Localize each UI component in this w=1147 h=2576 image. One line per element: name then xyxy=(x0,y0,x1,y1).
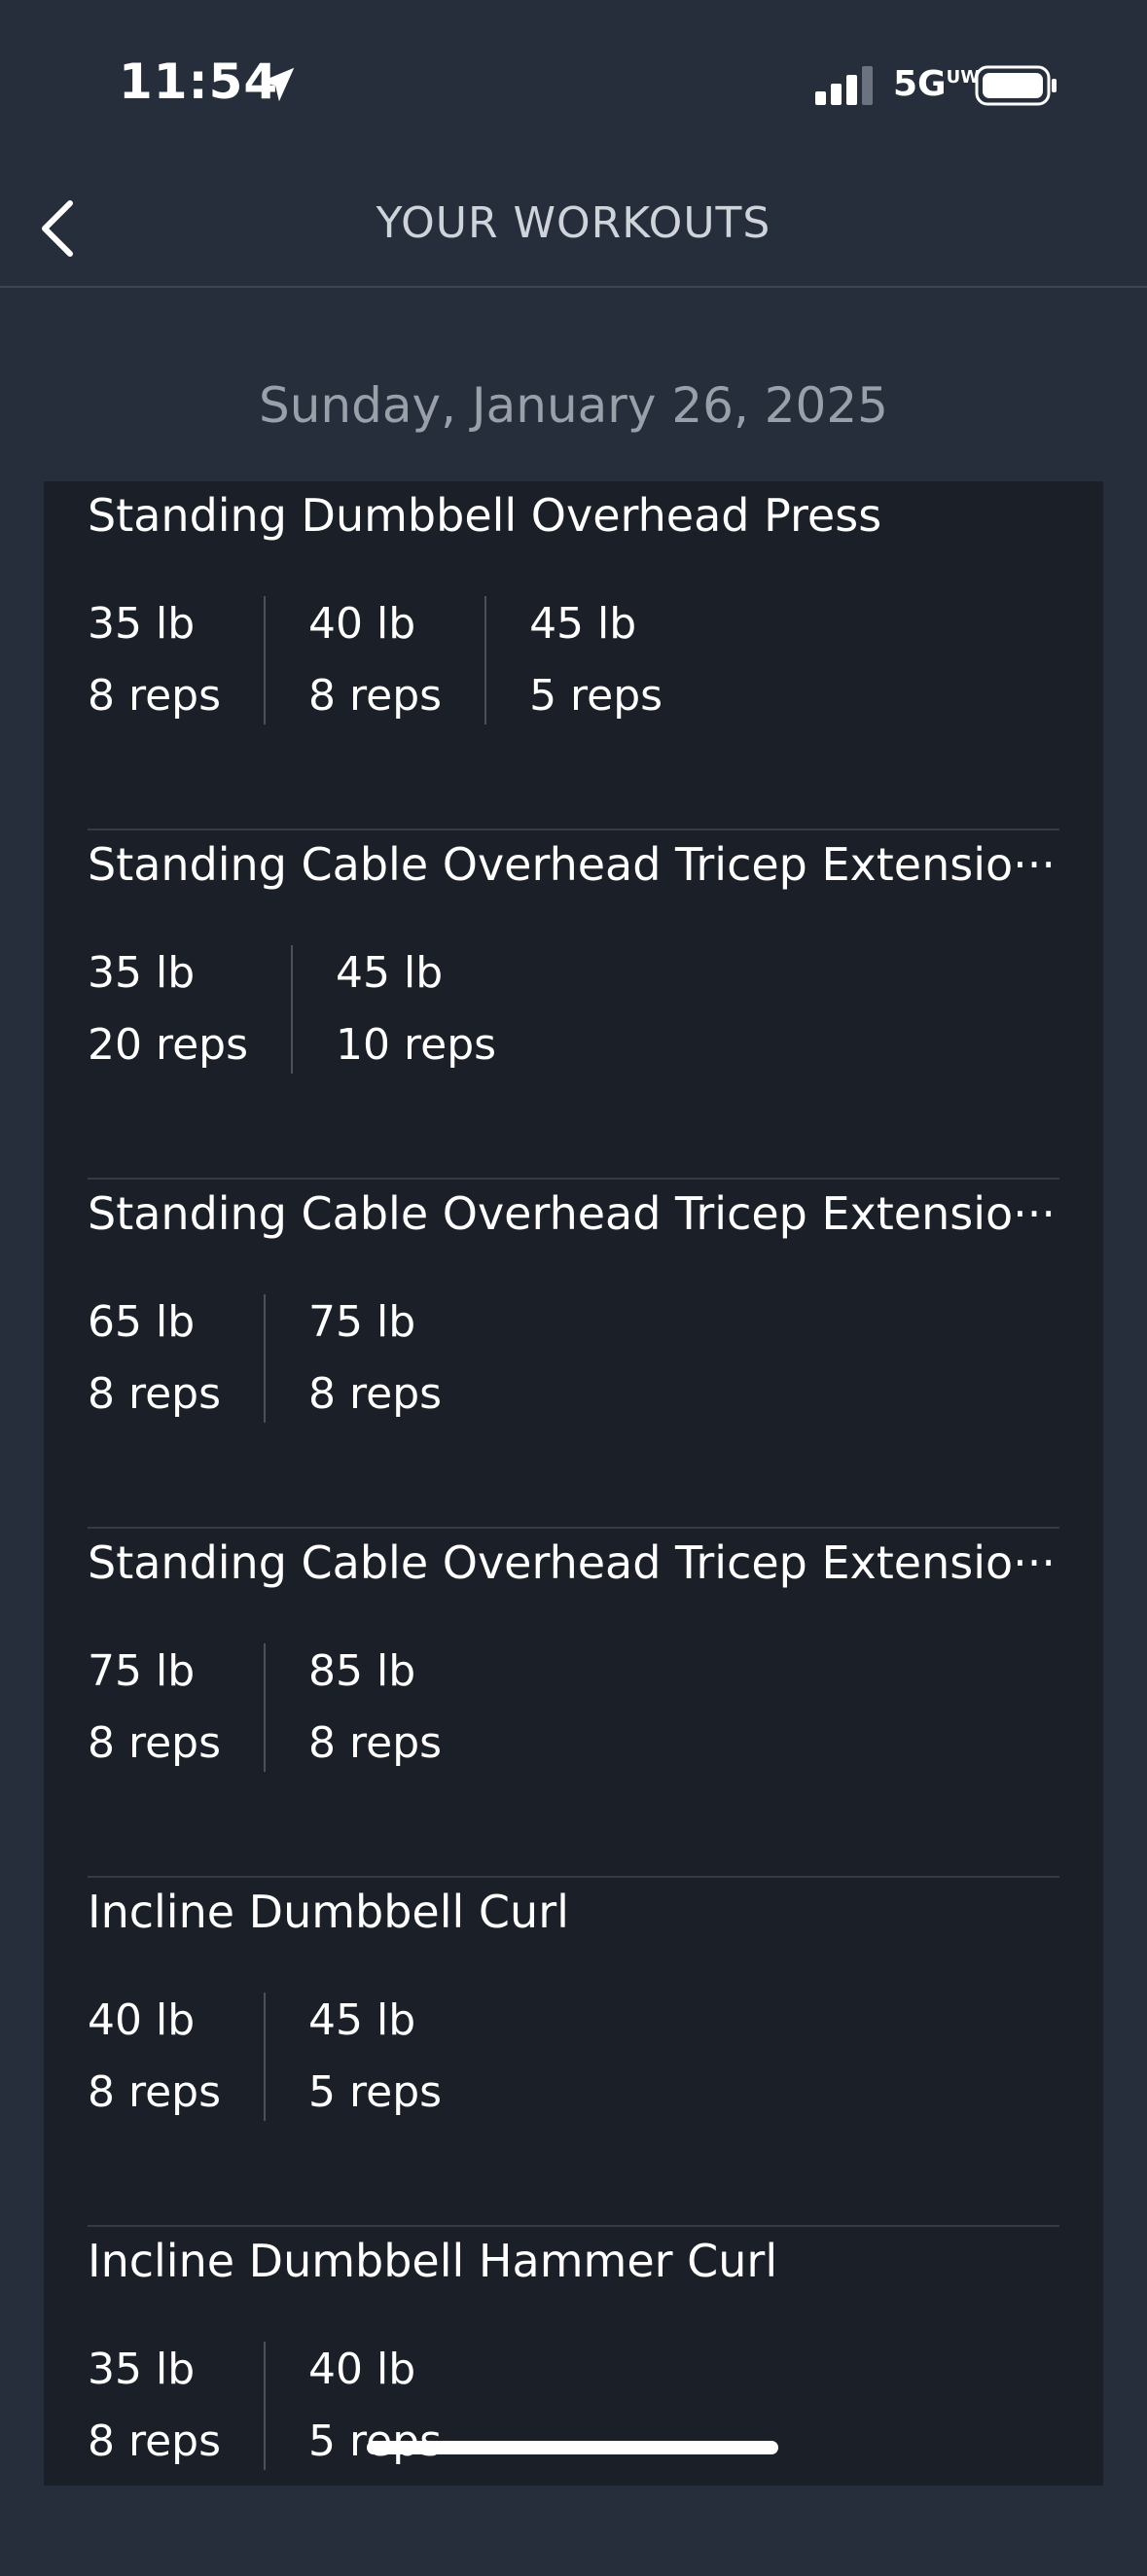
set-item: 35 lb 8 reps xyxy=(88,596,264,724)
set-reps: 5 reps xyxy=(529,671,663,721)
sets-row: 75 lb 8 reps 85 lb 8 reps xyxy=(88,1643,484,1772)
exercise-name: Incline Dumbbell Hammer Curl xyxy=(88,2235,778,2287)
set-reps: 20 reps xyxy=(88,1020,249,1070)
set-reps: 10 reps xyxy=(336,1020,497,1070)
set-item: 45 lb 10 reps xyxy=(291,945,539,1074)
exercise-item[interactable]: Standing Dumbbell Overhead Press 35 lb 8… xyxy=(88,481,1059,830)
network-label: 5G xyxy=(893,64,947,104)
sets-row: 65 lb 8 reps 75 lb 8 reps xyxy=(88,1294,484,1423)
set-weight: 75 lb xyxy=(308,1297,416,1347)
home-indicator[interactable] xyxy=(367,2441,778,2454)
sets-row: 40 lb 8 reps 45 lb 5 reps xyxy=(88,1993,484,2121)
set-item: 85 lb 8 reps xyxy=(264,1643,484,1772)
set-reps: 8 reps xyxy=(88,1369,222,1419)
set-item: 65 lb 8 reps xyxy=(88,1294,264,1423)
set-reps: 8 reps xyxy=(88,2417,222,2466)
set-weight: 65 lb xyxy=(88,1297,196,1347)
exercise-item[interactable]: Incline Dumbbell Hammer Curl 35 lb 8 rep… xyxy=(88,2227,1059,2576)
set-weight: 35 lb xyxy=(88,599,196,649)
set-weight: 85 lb xyxy=(308,1646,416,1696)
exercise-item[interactable]: Standing Cable Overhead Tricep Extensio·… xyxy=(88,830,1059,1180)
set-weight: 40 lb xyxy=(308,599,416,649)
exercise-name: Incline Dumbbell Curl xyxy=(88,1886,569,1938)
set-weight: 35 lb xyxy=(88,948,196,998)
sets-row: 35 lb 8 reps 40 lb 8 reps 45 lb 5 reps xyxy=(88,596,705,724)
battery-icon xyxy=(975,65,1057,106)
set-reps: 8 reps xyxy=(88,671,222,721)
exercise-item[interactable]: Standing Cable Overhead Tricep Extensio·… xyxy=(88,1529,1059,1878)
set-item: 75 lb 8 reps xyxy=(88,1643,264,1772)
set-reps: 8 reps xyxy=(308,671,443,721)
set-item: 75 lb 8 reps xyxy=(264,1294,484,1423)
set-weight: 45 lb xyxy=(336,948,444,998)
set-item: 40 lb 8 reps xyxy=(88,1993,264,2121)
exercise-name: Standing Cable Overhead Tricep Extensio·… xyxy=(88,838,1057,891)
set-item: 40 lb 8 reps xyxy=(264,596,484,724)
set-reps: 5 reps xyxy=(308,2067,443,2117)
status-bar: 11:54 5GUW xyxy=(0,0,1147,165)
set-weight: 75 lb xyxy=(88,1646,196,1696)
set-item: 45 lb 5 reps xyxy=(484,596,705,724)
set-reps: 8 reps xyxy=(308,1718,443,1768)
signal-icon xyxy=(815,66,873,105)
exercise-item[interactable]: Incline Dumbbell Curl 40 lb 8 reps 45 lb… xyxy=(88,1878,1059,2227)
workout-card: Standing Dumbbell Overhead Press 35 lb 8… xyxy=(44,481,1103,2486)
network-indicator: 5GUW xyxy=(893,64,980,104)
page-title: YOUR WORKOUTS xyxy=(376,198,771,248)
exercise-item[interactable]: Standing Cable Overhead Tricep Extensio·… xyxy=(88,1180,1059,1529)
set-item: 45 lb 5 reps xyxy=(264,1993,484,2121)
set-item: 35 lb 8 reps xyxy=(88,2342,264,2470)
set-weight: 45 lb xyxy=(308,1995,416,2045)
set-weight: 35 lb xyxy=(88,2345,196,2394)
set-weight: 45 lb xyxy=(529,599,637,649)
set-weight: 40 lb xyxy=(88,1995,196,2045)
sets-row: 35 lb 20 reps 45 lb 10 reps xyxy=(88,945,539,1074)
workout-date: Sunday, January 26, 2025 xyxy=(259,377,888,434)
set-weight: 40 lb xyxy=(308,2345,416,2394)
set-reps: 8 reps xyxy=(88,2067,222,2117)
set-item: 35 lb 20 reps xyxy=(88,945,291,1074)
exercise-name: Standing Cable Overhead Tricep Extensio·… xyxy=(88,1187,1057,1240)
nav-header: YOUR WORKOUTS xyxy=(0,165,1147,288)
set-reps: 8 reps xyxy=(88,1718,222,1768)
exercise-name: Standing Dumbbell Overhead Press xyxy=(88,489,882,542)
set-reps: 8 reps xyxy=(308,1369,443,1419)
location-arrow-icon xyxy=(260,67,295,102)
exercise-name: Standing Cable Overhead Tricep Extensio·… xyxy=(88,1536,1057,1589)
